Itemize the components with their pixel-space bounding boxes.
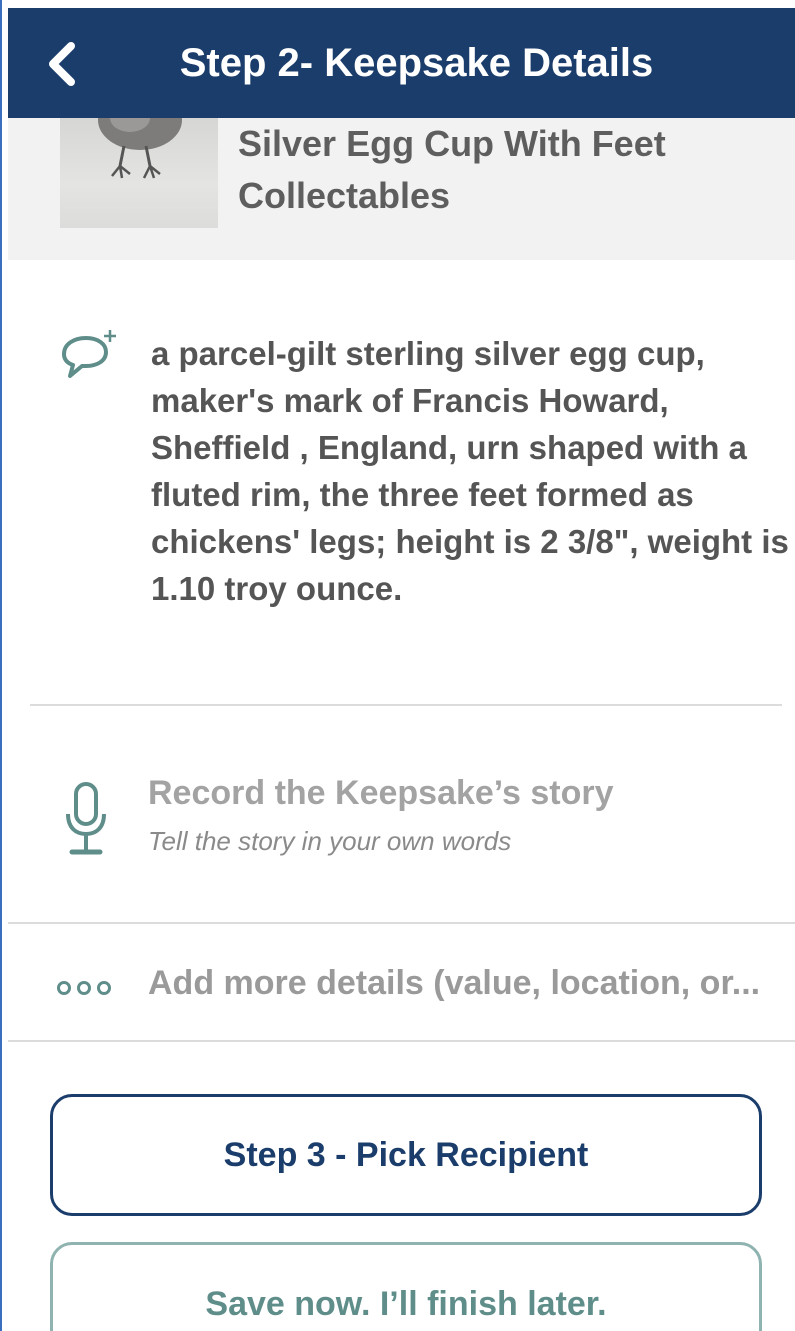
item-thumbnail[interactable]	[60, 118, 218, 228]
item-info: Silver Egg Cup With Feet Collectables	[238, 118, 666, 222]
record-subtitle: Tell the story in your own words	[148, 826, 512, 856]
save-later-button[interactable]: Save now. I’ll finish later.	[50, 1242, 762, 1331]
page-title: Step 2- Keepsake Details	[179, 41, 654, 85]
microphone-icon	[66, 782, 106, 855]
description-text: a parcel-gilt sterling silver egg cup, m…	[151, 335, 789, 607]
record-story-row[interactable]: Record the Keepsake’s story Tell the sto…	[8, 770, 795, 870]
more-dots-icon	[57, 981, 111, 995]
comment-add-icon	[62, 330, 116, 378]
egg-cup-image	[98, 118, 182, 179]
window-edge	[0, 0, 2, 1331]
divider	[8, 1040, 795, 1042]
pick-recipient-button[interactable]: Step 3 - Pick Recipient	[50, 1094, 762, 1216]
divider	[8, 922, 795, 924]
divider	[30, 704, 782, 706]
nav-header: Step 2- Keepsake Details	[8, 8, 795, 118]
add-more-details-label: Add more details (value, location, or...	[148, 964, 761, 1002]
record-title: Record the Keepsake’s story	[148, 774, 614, 812]
item-name: Silver Egg Cup With Feet	[238, 123, 666, 164]
item-summary: Silver Egg Cup With Feet Collectables	[8, 118, 795, 260]
item-category: Collectables	[238, 175, 451, 216]
add-more-details-row[interactable]: Add more details (value, location, or...	[8, 950, 795, 1030]
